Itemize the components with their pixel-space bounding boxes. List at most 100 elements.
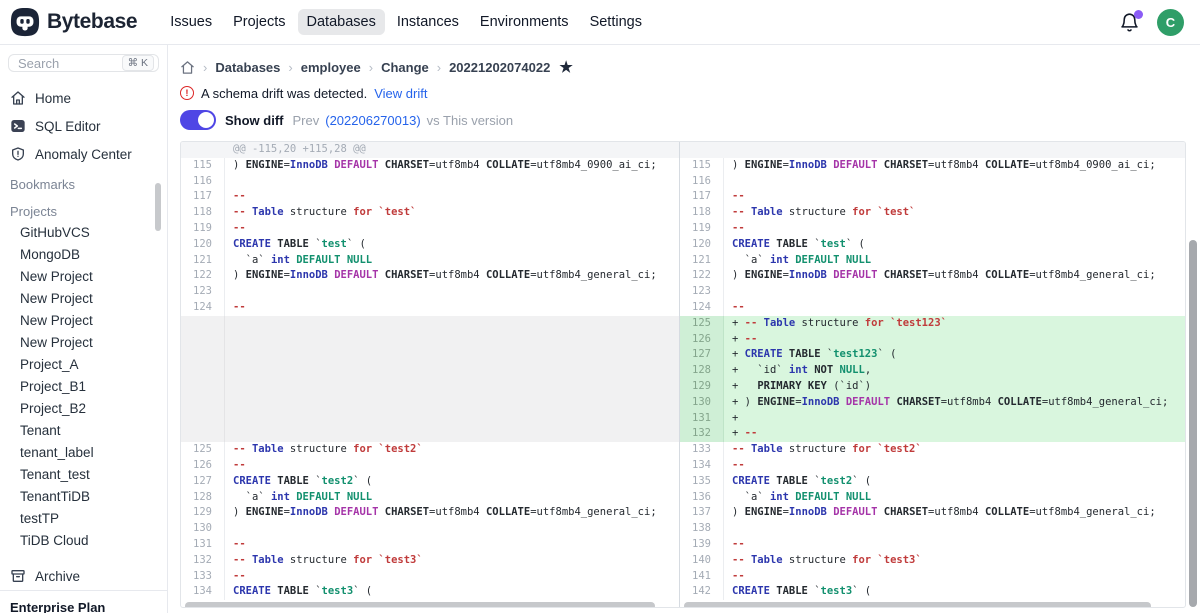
breadcrumb-item-change[interactable]: Change [381, 60, 429, 75]
show-diff-label: Show diff [225, 113, 284, 128]
sidebar-item-home[interactable]: Home [0, 84, 167, 112]
diff-row: 126+ -- [680, 332, 1185, 348]
line-number: 117 [680, 189, 724, 205]
sidebar-project-new-project[interactable]: New Project [0, 288, 167, 310]
sidebar-item-sql-editor[interactable]: SQL Editor [0, 112, 167, 140]
diff-row: 140-- Table structure for `test3` [680, 553, 1185, 569]
breadcrumb-item-databases[interactable]: Databases [215, 60, 280, 75]
nav-item-instances[interactable]: Instances [388, 9, 468, 35]
page-scrollbar-thumb[interactable] [1189, 240, 1197, 607]
diff-row: 115) ENGINE=InnoDB DEFAULT CHARSET=utf8m… [181, 158, 679, 174]
prev-version-link[interactable]: (202206270013) [325, 113, 420, 128]
line-number [181, 379, 225, 395]
breadcrumb-separator: › [288, 60, 292, 75]
code-line [225, 284, 679, 300]
line-number: 130 [181, 521, 225, 537]
code-line: `a` int DEFAULT NULL [225, 490, 679, 506]
search-input[interactable]: Search ⌘ K [8, 54, 159, 72]
line-number: 125 [680, 316, 724, 332]
code-line [724, 521, 1185, 537]
show-diff-toggle[interactable] [180, 110, 216, 130]
view-drift-link[interactable]: View drift [374, 86, 427, 101]
diff-row: 121 `a` int DEFAULT NULL [181, 253, 679, 269]
nav-item-projects[interactable]: Projects [224, 9, 294, 35]
diff-row: 126-- [181, 458, 679, 474]
line-number: 123 [181, 284, 225, 300]
diff-row: 123 [680, 284, 1185, 300]
sidebar-project-mongodb[interactable]: MongoDB [0, 244, 167, 266]
code-line: + `id` int NOT NULL, [724, 363, 1185, 379]
diff-row: 135CREATE TABLE `test2` ( [680, 474, 1185, 490]
nav-item-issues[interactable]: Issues [161, 9, 221, 35]
line-number: 123 [680, 284, 724, 300]
code-line [225, 347, 679, 363]
sidebar-project-testtp[interactable]: testTP [0, 508, 167, 530]
code-line: ) ENGINE=InnoDB DEFAULT CHARSET=utf8mb4 … [225, 268, 679, 284]
line-number: 116 [181, 174, 225, 190]
nav-item-environments[interactable]: Environments [471, 9, 578, 35]
diff-row: 130 [181, 521, 679, 537]
diff-row: 125+ -- Table structure for `test123` [680, 316, 1185, 332]
diff-row: 129+ PRIMARY KEY (`id`) [680, 379, 1185, 395]
line-number: 141 [680, 569, 724, 585]
sidebar-project-project-b2[interactable]: Project_B2 [0, 398, 167, 420]
line-number: 115 [680, 158, 724, 174]
diff-row: 136 `a` int DEFAULT NULL [680, 490, 1185, 506]
sidebar-project-tenant[interactable]: Tenant [0, 420, 167, 442]
line-number: 118 [680, 205, 724, 221]
line-number: 126 [680, 332, 724, 348]
sidebar-project-new-project[interactable]: New Project [0, 310, 167, 332]
user-avatar[interactable]: C [1157, 9, 1184, 36]
sidebar-item-anomaly-center[interactable]: Anomaly Center [0, 140, 167, 168]
sidebar-item-label: Home [35, 91, 71, 106]
code-line [724, 174, 1185, 190]
anomaly-center-icon [10, 146, 26, 162]
home-icon[interactable] [180, 60, 195, 75]
code-line: -- [225, 221, 679, 237]
nav-item-settings[interactable]: Settings [581, 9, 651, 35]
horizontal-scrollbar-thumb[interactable] [185, 602, 655, 607]
code-line: -- [724, 221, 1185, 237]
sidebar-project-tenant-label[interactable]: tenant_label [0, 442, 167, 464]
top-navigation-bar: Bytebase IssuesProjectsDatabasesInstance… [0, 0, 1200, 45]
breadcrumb-item-employee[interactable]: employee [301, 60, 361, 75]
sidebar-project-project-b1[interactable]: Project_B1 [0, 376, 167, 398]
sidebar-project-project-a[interactable]: Project_A [0, 354, 167, 376]
bytebase-home-link[interactable]: Bytebase [10, 7, 137, 37]
code-line: `a` int DEFAULT NULL [225, 253, 679, 269]
code-line: -- Table structure for `test2` [225, 442, 679, 458]
diff-row: 132-- Table structure for `test3` [181, 553, 679, 569]
sidebar-project-tenanttidb[interactable]: TenantTiDB [0, 486, 167, 508]
sidebar-item-archive[interactable]: Archive [0, 562, 167, 590]
line-number: 125 [181, 442, 225, 458]
code-line [225, 379, 679, 395]
sidebar-project-new-project[interactable]: New Project [0, 332, 167, 354]
main-content: ›Databases›employee›Change›2022120207402… [168, 45, 1200, 613]
line-number: 130 [680, 395, 724, 411]
diff-placeholder-row [181, 332, 679, 348]
sidebar-project-tenant-test[interactable]: Tenant_test [0, 464, 167, 486]
line-number: 132 [680, 426, 724, 442]
code-line: `a` int DEFAULT NULL [724, 490, 1185, 506]
diff-placeholder-row [181, 347, 679, 363]
line-number: 136 [680, 490, 724, 506]
horizontal-scrollbar[interactable] [185, 602, 675, 607]
sidebar-project-new-project[interactable]: New Project [0, 266, 167, 288]
horizontal-scrollbar-thumb[interactable] [684, 602, 1151, 607]
diff-row: 116 [181, 174, 679, 190]
diff-row: 119-- [680, 221, 1185, 237]
line-number: 138 [680, 521, 724, 537]
bookmark-star-icon[interactable]: ★ [559, 60, 572, 75]
notifications-button[interactable] [1119, 12, 1140, 33]
code-line: -- [225, 300, 679, 316]
horizontal-scrollbar[interactable] [684, 602, 1181, 607]
sidebar-project-githubvcs[interactable]: GitHubVCS [0, 222, 167, 244]
nav-item-databases[interactable]: Databases [298, 9, 385, 35]
sidebar-project-tidb-cloud[interactable]: TiDB Cloud [0, 530, 167, 552]
code-line [225, 411, 679, 427]
sidebar-project-list: GitHubVCSMongoDBNew ProjectNew ProjectNe… [0, 222, 167, 552]
diff-placeholder-row [181, 363, 679, 379]
diff-row: 129) ENGINE=InnoDB DEFAULT CHARSET=utf8m… [181, 505, 679, 521]
sidebar-scrollbar-thumb[interactable] [155, 183, 161, 231]
breadcrumb-item-20221202074022[interactable]: 20221202074022 [449, 60, 550, 75]
